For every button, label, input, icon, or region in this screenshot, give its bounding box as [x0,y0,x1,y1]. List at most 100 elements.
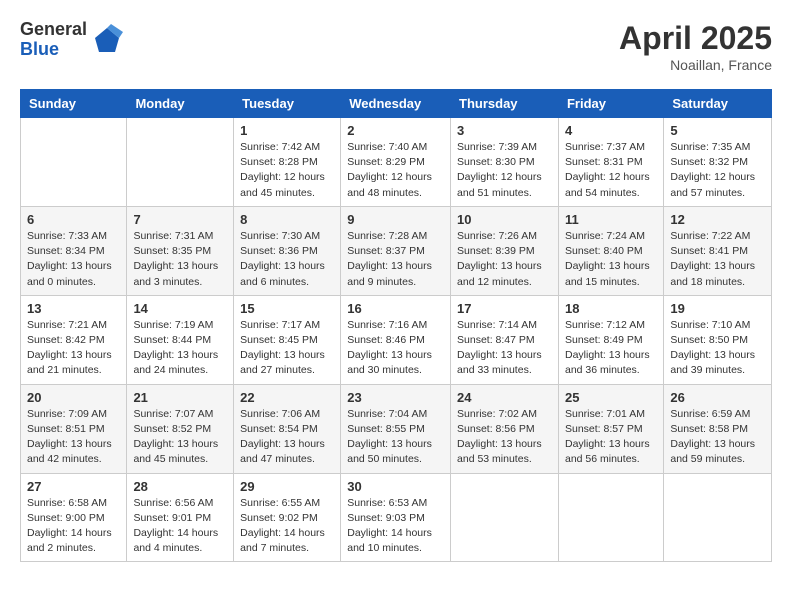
day-number: 19 [670,301,765,316]
weekday-header-row: SundayMondayTuesdayWednesdayThursdayFrid… [21,90,772,118]
day-number: 3 [457,123,552,138]
calendar-table: SundayMondayTuesdayWednesdayThursdayFrid… [20,89,772,562]
day-number: 18 [565,301,657,316]
calendar-week-row: 6Sunrise: 7:33 AMSunset: 8:34 PMDaylight… [21,206,772,295]
calendar-cell: 1 Sunrise: 7:42 AMSunset: 8:28 PMDaylight… [234,118,341,207]
day-info: Sunrise: 7:14 AMSunset: 8:47 PMDaylight:… [457,318,552,379]
day-info: Sunrise: 7:12 AMSunset: 8:49 PMDaylight:… [565,318,657,379]
calendar-cell: 10Sunrise: 7:26 AMSunset: 8:39 PMDayligh… [451,206,559,295]
day-number: 24 [457,390,552,405]
calendar-cell: 25Sunrise: 7:01 AMSunset: 8:57 PMDayligh… [558,384,663,473]
calendar-cell: 24 Sunrise: 7:02 AMSunset: 8:56 PMDayligh… [451,384,559,473]
day-number: 22 [240,390,334,405]
day-info: Sunrise: 7:10 AMSunset: 8:50 PMDaylight:… [670,318,765,379]
day-info: Sunrise: 7:02 AMSunset: 8:56 PMDaylight:… [457,407,552,468]
day-info: Sunrise: 7:28 AMSunset: 8:37 PMDaylight:… [347,229,444,290]
day-number: 21 [133,390,227,405]
calendar-cell: 26Sunrise: 6:59 AMSunset: 8:58 PMDayligh… [664,384,772,473]
calendar-cell: 9 Sunrise: 7:28 AMSunset: 8:37 PMDaylight… [341,206,451,295]
day-number: 1 [240,123,334,138]
day-number: 9 [347,212,444,227]
calendar-cell [451,473,559,562]
weekday-header-cell: Thursday [451,90,559,118]
calendar-cell: 11 Sunrise: 7:24 AMSunset: 8:40 PMDayligh… [558,206,663,295]
calendar-cell [21,118,127,207]
day-info: Sunrise: 7:40 AMSunset: 8:29 PMDaylight:… [347,140,444,201]
page-header: General Blue April 2025 Noaillan, France [20,20,772,73]
day-number: 20 [27,390,120,405]
calendar-cell: 30 Sunrise: 6:53 AMSunset: 9:03 PMDayligh… [341,473,451,562]
day-number: 5 [670,123,765,138]
calendar-cell: 12Sunrise: 7:22 AMSunset: 8:41 PMDayligh… [664,206,772,295]
day-info: Sunrise: 7:21 AMSunset: 8:42 PMDaylight:… [27,318,120,379]
logo-blue-text: Blue [20,40,87,60]
day-info: Sunrise: 7:30 AMSunset: 8:36 PMDaylight:… [240,229,334,290]
title-block: April 2025 Noaillan, France [619,20,772,73]
day-number: 29 [240,479,334,494]
day-info: Sunrise: 7:17 AMSunset: 8:45 PMDaylight:… [240,318,334,379]
calendar-cell: 19 Sunrise: 7:10 AMSunset: 8:50 PMDayligh… [664,295,772,384]
day-number: 7 [133,212,227,227]
calendar-week-row: 27 Sunrise: 6:58 AMSunset: 9:00 PMDayligh… [21,473,772,562]
calendar-cell: 28 Sunrise: 6:56 AMSunset: 9:01 PMDayligh… [127,473,234,562]
day-info: Sunrise: 6:53 AMSunset: 9:03 PMDaylight:… [347,496,444,557]
day-info: Sunrise: 6:58 AMSunset: 9:00 PMDaylight:… [27,496,120,557]
calendar-cell: 4Sunrise: 7:37 AMSunset: 8:31 PMDaylight… [558,118,663,207]
day-info: Sunrise: 7:06 AMSunset: 8:54 PMDaylight:… [240,407,334,468]
calendar-cell: 5 Sunrise: 7:35 AMSunset: 8:32 PMDaylight… [664,118,772,207]
calendar-cell: 3 Sunrise: 7:39 AMSunset: 8:30 PMDaylight… [451,118,559,207]
calendar-cell [127,118,234,207]
calendar-body: 1 Sunrise: 7:42 AMSunset: 8:28 PMDaylight… [21,118,772,562]
day-info: Sunrise: 7:16 AMSunset: 8:46 PMDaylight:… [347,318,444,379]
calendar-cell: 16 Sunrise: 7:16 AMSunset: 8:46 PMDayligh… [341,295,451,384]
day-info: Sunrise: 7:31 AMSunset: 8:35 PMDaylight:… [133,229,227,290]
calendar-cell: 29 Sunrise: 6:55 AMSunset: 9:02 PMDayligh… [234,473,341,562]
day-number: 6 [27,212,120,227]
day-info: Sunrise: 7:22 AMSunset: 8:41 PMDaylight:… [670,229,765,290]
day-info: Sunrise: 6:55 AMSunset: 9:02 PMDaylight:… [240,496,334,557]
day-info: Sunrise: 7:04 AMSunset: 8:55 PMDaylight:… [347,407,444,468]
day-number: 30 [347,479,444,494]
calendar-cell: 14Sunrise: 7:19 AMSunset: 8:44 PMDayligh… [127,295,234,384]
logo: General Blue [20,20,123,60]
day-info: Sunrise: 7:39 AMSunset: 8:30 PMDaylight:… [457,140,552,201]
weekday-header-cell: Tuesday [234,90,341,118]
month-title: April 2025 [619,20,772,57]
calendar-cell: 21 Sunrise: 7:07 AMSunset: 8:52 PMDayligh… [127,384,234,473]
day-info: Sunrise: 7:35 AMSunset: 8:32 PMDaylight:… [670,140,765,201]
day-info: Sunrise: 7:07 AMSunset: 8:52 PMDaylight:… [133,407,227,468]
day-number: 28 [133,479,227,494]
logo-general-text: General [20,20,87,40]
calendar-cell: 8 Sunrise: 7:30 AMSunset: 8:36 PMDaylight… [234,206,341,295]
weekday-header-cell: Monday [127,90,234,118]
calendar-cell: 13 Sunrise: 7:21 AMSunset: 8:42 PMDayligh… [21,295,127,384]
day-info: Sunrise: 7:42 AMSunset: 8:28 PMDaylight:… [240,140,334,201]
day-number: 10 [457,212,552,227]
calendar-cell: 23Sunrise: 7:04 AMSunset: 8:55 PMDayligh… [341,384,451,473]
calendar-week-row: 13 Sunrise: 7:21 AMSunset: 8:42 PMDayligh… [21,295,772,384]
calendar-cell: 2 Sunrise: 7:40 AMSunset: 8:29 PMDaylight… [341,118,451,207]
day-info: Sunrise: 7:24 AMSunset: 8:40 PMDaylight:… [565,229,657,290]
calendar-cell: 6Sunrise: 7:33 AMSunset: 8:34 PMDaylight… [21,206,127,295]
day-number: 13 [27,301,120,316]
day-number: 16 [347,301,444,316]
day-info: Sunrise: 7:01 AMSunset: 8:57 PMDaylight:… [565,407,657,468]
day-info: Sunrise: 6:56 AMSunset: 9:01 PMDaylight:… [133,496,227,557]
day-number: 15 [240,301,334,316]
day-info: Sunrise: 6:59 AMSunset: 8:58 PMDaylight:… [670,407,765,468]
day-number: 8 [240,212,334,227]
day-info: Sunrise: 7:19 AMSunset: 8:44 PMDaylight:… [133,318,227,379]
weekday-header-cell: Friday [558,90,663,118]
day-number: 11 [565,212,657,227]
calendar-week-row: 1 Sunrise: 7:42 AMSunset: 8:28 PMDaylight… [21,118,772,207]
day-number: 2 [347,123,444,138]
day-number: 27 [27,479,120,494]
weekday-header-cell: Sunday [21,90,127,118]
location: Noaillan, France [619,57,772,73]
calendar-cell: 7 Sunrise: 7:31 AMSunset: 8:35 PMDaylight… [127,206,234,295]
day-number: 17 [457,301,552,316]
weekday-header-cell: Wednesday [341,90,451,118]
calendar-cell: 27 Sunrise: 6:58 AMSunset: 9:00 PMDayligh… [21,473,127,562]
day-number: 4 [565,123,657,138]
calendar-cell: 18 Sunrise: 7:12 AMSunset: 8:49 PMDayligh… [558,295,663,384]
